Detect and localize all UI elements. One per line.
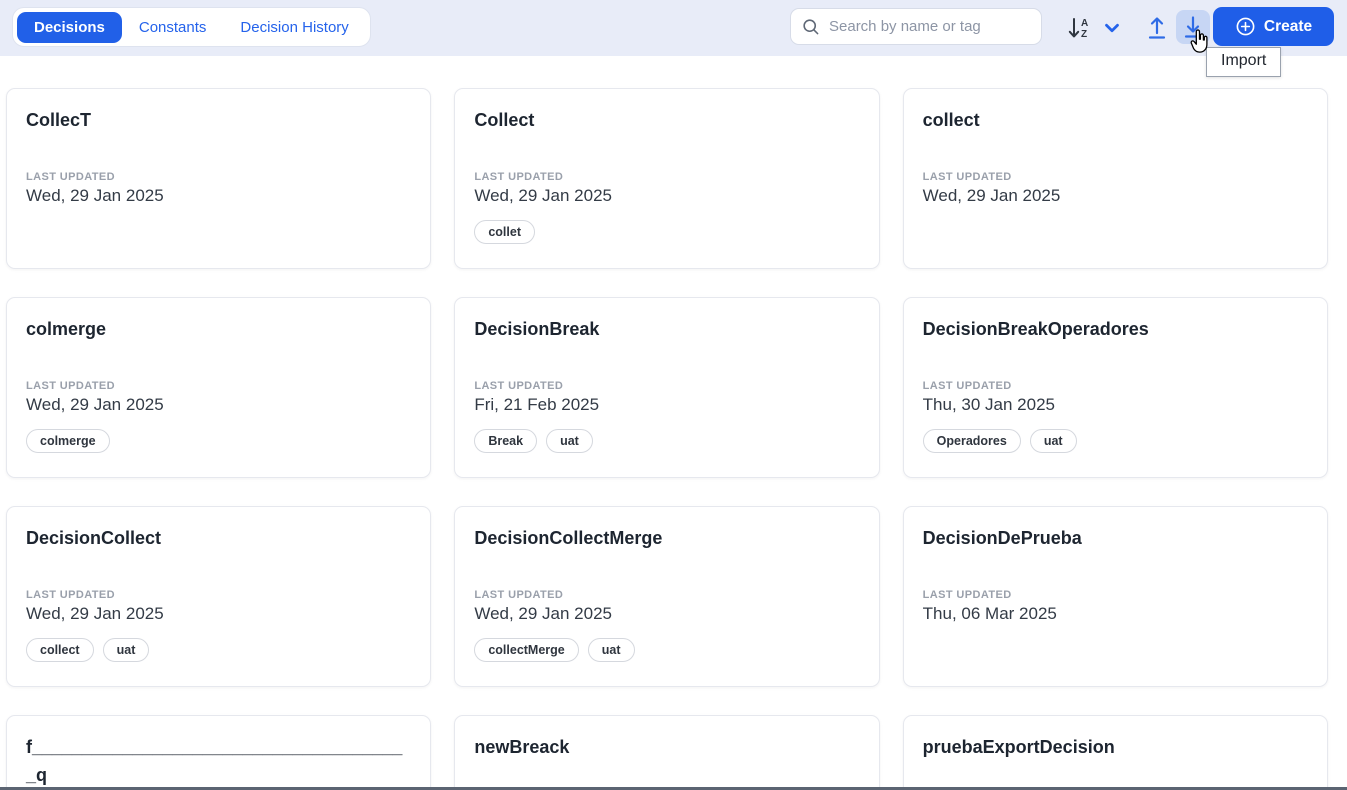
card-title: f______________________________________q [26, 733, 411, 789]
export-icon [1145, 15, 1169, 41]
last-updated-date: Thu, 06 Mar 2025 [923, 604, 1308, 624]
decision-card-decisiondeprueba[interactable]: DecisionDePrueba LAST UPDATED Thu, 06 Ma… [903, 506, 1328, 687]
tag: Break [474, 429, 537, 453]
create-button[interactable]: Create [1213, 7, 1334, 46]
card-title: DecisionCollectMerge [474, 524, 859, 552]
import-icon [1181, 14, 1205, 40]
card-title: DecisionBreak [474, 315, 859, 343]
tab-decisions[interactable]: Decisions [17, 12, 122, 43]
card-title: DecisionCollect [26, 524, 411, 552]
decision-card-collecT[interactable]: CollecT LAST UPDATED Wed, 29 Jan 2025 [6, 88, 431, 269]
create-button-label: Create [1264, 18, 1312, 36]
decision-card-decisioncollect[interactable]: DecisionCollect LAST UPDATED Wed, 29 Jan… [6, 506, 431, 687]
card-title: DecisionDePrueba [923, 524, 1308, 552]
tag-list: collect uat [26, 638, 411, 662]
decision-card-f-underscores-q[interactable]: f______________________________________q… [6, 715, 431, 790]
card-title: collect [923, 106, 1308, 134]
card-title: pruebaExportDecision [923, 733, 1308, 761]
tag: uat [546, 429, 593, 453]
tag-list: collet [474, 220, 859, 244]
search-icon [801, 17, 820, 36]
svg-text:A: A [1081, 18, 1088, 29]
tag: collect [26, 638, 94, 662]
view-tabs: Decisions Constants Decision History [12, 7, 371, 47]
tag: uat [588, 638, 635, 662]
last-updated-date: Thu, 30 Jan 2025 [923, 395, 1308, 415]
decision-card-decisioncollectmerge[interactable]: DecisionCollectMerge LAST UPDATED Wed, 2… [454, 506, 879, 687]
search-box[interactable] [790, 8, 1042, 45]
last-updated-label: LAST UPDATED [474, 380, 859, 392]
decision-card-colmerge[interactable]: colmerge LAST UPDATED Wed, 29 Jan 2025 c… [6, 297, 431, 478]
tag-list: colmerge [26, 429, 411, 453]
last-updated-date: Wed, 29 Jan 2025 [474, 604, 859, 624]
card-title: colmerge [26, 315, 411, 343]
last-updated-label: LAST UPDATED [474, 171, 859, 183]
tag: collet [474, 220, 535, 244]
import-button[interactable] [1176, 10, 1210, 44]
card-title: Collect [474, 106, 859, 134]
tag: uat [103, 638, 150, 662]
card-title: newBreack [474, 733, 859, 761]
decision-card-decisionbreakoperadores[interactable]: DecisionBreakOperadores LAST UPDATED Thu… [903, 297, 1328, 478]
tag: uat [1030, 429, 1077, 453]
tab-constants[interactable]: Constants [122, 12, 224, 43]
last-updated-date: Wed, 29 Jan 2025 [474, 186, 859, 206]
sort-dropdown-button[interactable] [1098, 15, 1126, 41]
export-button[interactable] [1142, 12, 1172, 44]
tag-list: Operadores uat [923, 429, 1308, 453]
decision-card-decisionbreak[interactable]: DecisionBreak LAST UPDATED Fri, 21 Feb 2… [454, 297, 879, 478]
search-input[interactable] [829, 18, 1031, 35]
last-updated-date: Wed, 29 Jan 2025 [26, 604, 411, 624]
last-updated-date: Fri, 21 Feb 2025 [474, 395, 859, 415]
last-updated-label: LAST UPDATED [923, 171, 1308, 183]
plus-circle-icon [1235, 16, 1256, 37]
sort-button[interactable]: A Z [1064, 13, 1096, 43]
tab-decision-history[interactable]: Decision History [223, 12, 365, 43]
last-updated-label: LAST UPDATED [26, 589, 411, 601]
last-updated-label: LAST UPDATED [26, 171, 411, 183]
decision-card-collect-lower[interactable]: collect LAST UPDATED Wed, 29 Jan 2025 [903, 88, 1328, 269]
last-updated-date: Wed, 29 Jan 2025 [26, 186, 411, 206]
last-updated-label: LAST UPDATED [923, 380, 1308, 392]
tag: collectMerge [474, 638, 578, 662]
card-title: DecisionBreakOperadores [923, 315, 1308, 343]
decision-card-newbreack[interactable]: newBreack LAST UPDATED [454, 715, 879, 790]
last-updated-label: LAST UPDATED [474, 589, 859, 601]
decision-card-grid: CollecT LAST UPDATED Wed, 29 Jan 2025 Co… [0, 56, 1347, 790]
last-updated-date: Wed, 29 Jan 2025 [923, 186, 1308, 206]
import-tooltip: Import [1206, 47, 1281, 77]
tag-list: collectMerge uat [474, 638, 859, 662]
last-updated-label: LAST UPDATED [26, 380, 411, 392]
last-updated-label: LAST UPDATED [923, 589, 1308, 601]
tag: Operadores [923, 429, 1021, 453]
tag: colmerge [26, 429, 110, 453]
chevron-down-icon [1101, 17, 1123, 39]
svg-text:Z: Z [1081, 29, 1087, 40]
decision-card-pruebaexportdecision[interactable]: pruebaExportDecision LAST UPDATED [903, 715, 1328, 790]
top-bar: Decisions Constants Decision History A Z [0, 0, 1347, 56]
last-updated-date: Wed, 29 Jan 2025 [26, 395, 411, 415]
card-title: CollecT [26, 106, 411, 134]
tag-list: Break uat [474, 429, 859, 453]
sort-alpha-icon: A Z [1066, 15, 1094, 42]
decision-card-collect-capital[interactable]: Collect LAST UPDATED Wed, 29 Jan 2025 co… [454, 88, 879, 269]
